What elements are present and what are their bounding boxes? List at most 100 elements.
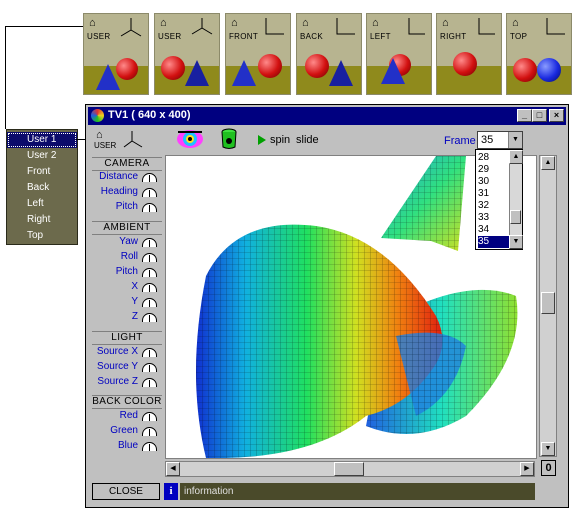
thumbnail-label: USER: [158, 32, 182, 41]
frame-option-selected[interactable]: 35: [478, 236, 509, 248]
camera-icon: ⌂: [160, 17, 167, 29]
dial-icon[interactable]: [142, 188, 157, 197]
vertical-scroll-thumb[interactable]: [541, 292, 555, 314]
camera-icon[interactable]: ⌂: [96, 129, 103, 141]
scroll-thumb[interactable]: [510, 210, 521, 224]
slide-button[interactable]: slide: [296, 134, 319, 146]
dial-icon[interactable]: [142, 298, 157, 307]
scroll-left-icon[interactable]: ◀: [166, 462, 180, 476]
frame-value: 35: [481, 134, 494, 146]
menu-item-top[interactable]: Top: [7, 228, 77, 244]
scroll-down-icon[interactable]: ▼: [509, 235, 523, 249]
thumbnail-top[interactable]: ⌂ TOP: [506, 13, 572, 95]
thumbnail-user-1[interactable]: ⌂ USER: [83, 13, 149, 95]
dial-icon[interactable]: [142, 268, 157, 277]
menu-item-user-2[interactable]: User 2: [7, 148, 77, 164]
eye-icon[interactable]: [176, 127, 204, 151]
dial-icon[interactable]: [142, 442, 157, 451]
axes-icon: [265, 18, 284, 35]
menu-item-back[interactable]: Back: [7, 180, 77, 196]
param-source-x: Source X: [96, 346, 138, 357]
dial-icon[interactable]: [142, 348, 157, 357]
param-blue: Blue: [117, 440, 138, 451]
param-pitch: Pitch: [115, 266, 138, 277]
connector-line: [76, 139, 85, 140]
title-bar: TV1 ( 640 x 400) _ □ ×: [88, 107, 566, 125]
frame-option[interactable]: 29: [478, 164, 509, 176]
frame-dropdown-list: 28 29 30 31 32 33 34 35 ▲ ▼: [475, 149, 523, 250]
horizontal-scroll-thumb[interactable]: [334, 462, 364, 476]
axes-icon[interactable]: [122, 129, 144, 149]
frame-option[interactable]: 30: [478, 176, 509, 188]
scroll-up-icon[interactable]: ▲: [541, 156, 555, 170]
frame-option[interactable]: 32: [478, 200, 509, 212]
axes-icon: [336, 18, 355, 35]
horizontal-scrollbar[interactable]: ◀ ▶: [165, 461, 535, 477]
param-source-y: Source Y: [97, 361, 138, 372]
param-source-z: Source Z: [97, 376, 138, 387]
dial-icon[interactable]: [142, 427, 157, 436]
back-color-section-title: BACK COLOR: [92, 395, 162, 409]
sphere-shape: [116, 58, 138, 80]
frame-select[interactable]: 35 ▼: [477, 131, 523, 149]
param-z: Z: [131, 311, 138, 322]
view-menu: User 1 User 2 Front Back Left Right Top: [6, 129, 78, 245]
dropdown-scrollbar[interactable]: ▲ ▼: [509, 150, 523, 249]
bucket-icon[interactable]: [220, 127, 238, 151]
sphere-shape: [453, 52, 477, 76]
frame-option[interactable]: 33: [478, 212, 509, 224]
scroll-up-icon[interactable]: ▲: [509, 150, 523, 164]
thumbnail-right[interactable]: ⌂ RIGHT: [436, 13, 502, 95]
vertical-scrollbar[interactable]: ▲ ▼: [539, 155, 557, 457]
camera-icon: ⌂: [372, 17, 379, 29]
thumbnail-label: TOP: [510, 32, 528, 41]
connector-line: [5, 26, 6, 129]
thumbnail-label: FRONT: [229, 32, 259, 41]
thumbnail-left[interactable]: ⌂ LEFT: [366, 13, 432, 95]
thumbnail-label: LEFT: [370, 32, 391, 41]
param-pitch: Pitch: [115, 201, 138, 212]
frame-option[interactable]: 34: [478, 224, 509, 236]
dial-icon[interactable]: [142, 238, 157, 247]
dial-icon[interactable]: [142, 203, 157, 212]
axes-icon: [408, 18, 425, 35]
menu-item-left[interactable]: Left: [7, 196, 77, 212]
frame-option[interactable]: 31: [478, 188, 509, 200]
light-section-title: LIGHT: [92, 331, 162, 345]
sphere-shape: [161, 56, 185, 80]
close-button[interactable]: CLOSE: [92, 483, 160, 500]
menu-item-right[interactable]: Right: [7, 212, 77, 228]
camera-icon: ⌂: [512, 17, 519, 29]
thumbnail-label: USER: [87, 32, 111, 41]
axes-icon: [546, 18, 565, 35]
camera-icon: ⌂: [231, 17, 238, 29]
thumbnail-user-2[interactable]: ⌂ USER: [154, 13, 220, 95]
param-y: Y: [131, 296, 138, 307]
dial-icon[interactable]: [142, 253, 157, 262]
dial-icon[interactable]: [142, 173, 157, 182]
dial-icon[interactable]: [142, 363, 157, 372]
scroll-right-icon[interactable]: ▶: [520, 462, 534, 476]
axes-icon: [120, 18, 142, 37]
user-view-label: USER: [94, 141, 117, 150]
play-icon[interactable]: [258, 135, 266, 145]
menu-item-user-1[interactable]: User 1: [7, 132, 77, 148]
thumbnail-back[interactable]: ⌂ BACK: [296, 13, 362, 95]
minimize-button[interactable]: _: [517, 109, 532, 122]
close-window-button[interactable]: ×: [549, 109, 564, 122]
axes-icon: [191, 18, 213, 35]
sphere-shape: [258, 54, 282, 78]
maximize-button[interactable]: □: [532, 109, 547, 122]
camera-icon: ⌂: [89, 17, 96, 29]
dial-icon[interactable]: [142, 412, 157, 421]
dial-icon[interactable]: [142, 283, 157, 292]
spin-button[interactable]: spin: [270, 134, 290, 146]
menu-item-front[interactable]: Front: [7, 164, 77, 180]
dial-icon[interactable]: [142, 378, 157, 387]
dial-icon[interactable]: [142, 313, 157, 322]
frame-option[interactable]: 28: [478, 152, 509, 164]
scroll-down-icon[interactable]: ▼: [541, 442, 555, 456]
thumbnail-front[interactable]: ⌂ FRONT: [225, 13, 291, 95]
reset-zero-button[interactable]: 0: [541, 460, 556, 476]
chevron-down-icon[interactable]: ▼: [508, 132, 522, 148]
